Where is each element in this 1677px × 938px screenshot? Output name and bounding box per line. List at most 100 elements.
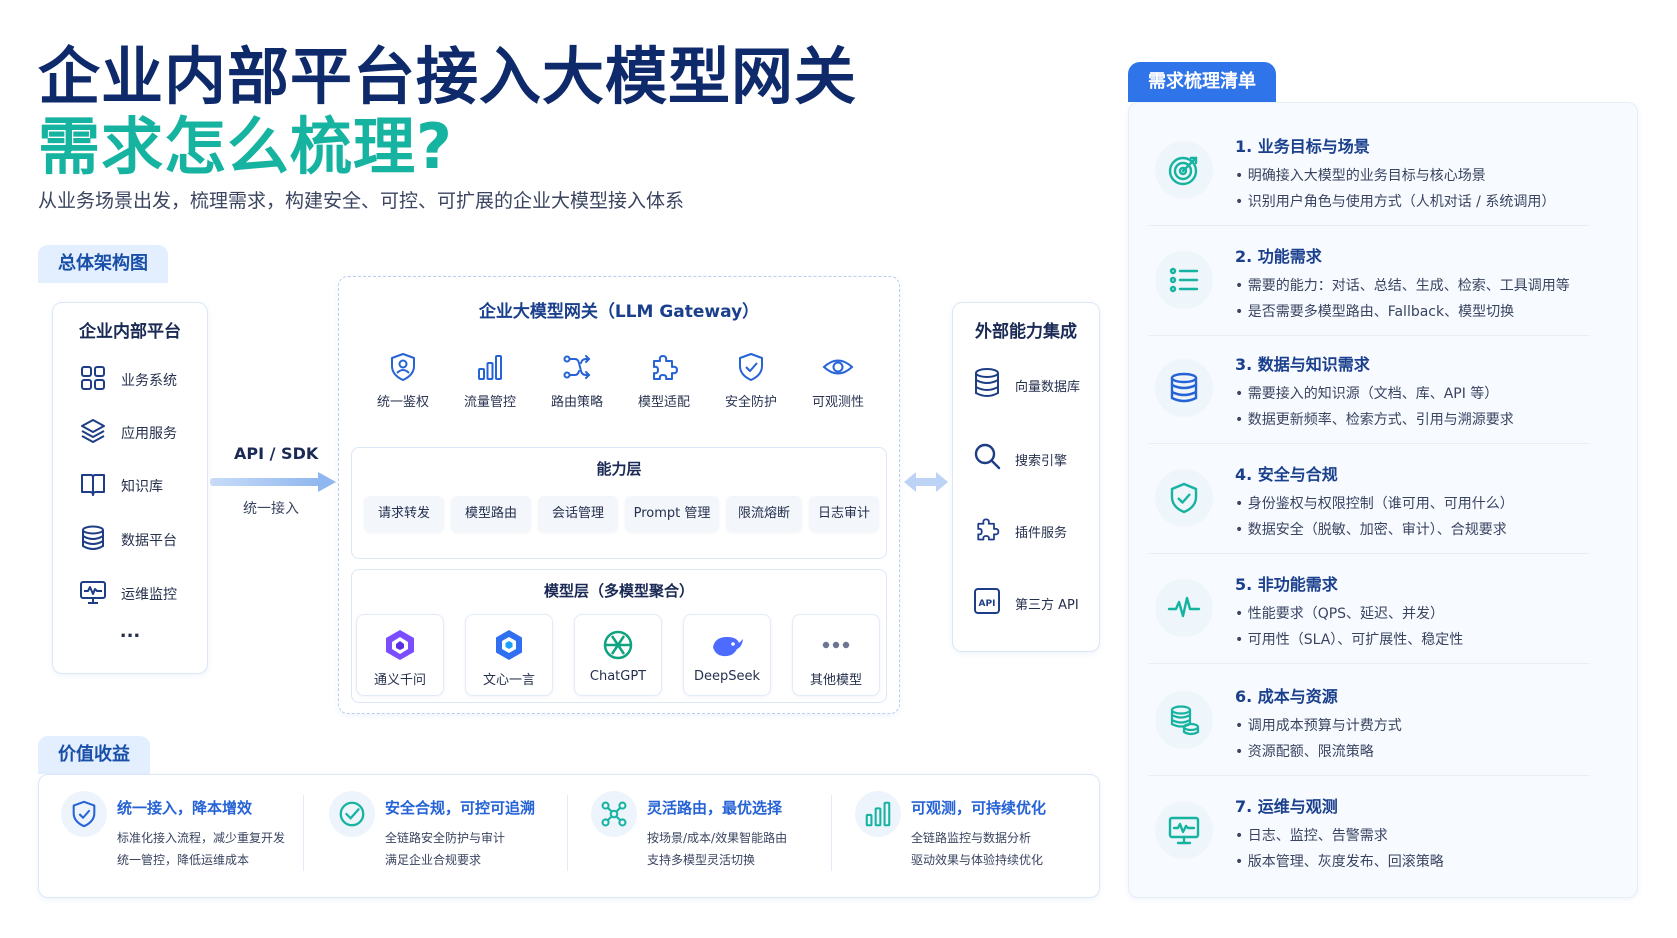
layers-icon <box>79 417 107 449</box>
internal-item-label: 知识库 <box>121 479 163 495</box>
network-icon <box>591 791 637 837</box>
check-circle-icon <box>329 791 375 837</box>
value-line: 满足企业合规要求 <box>385 853 482 867</box>
checklist-title: 6. 成本与资源 <box>1235 687 1338 706</box>
gateway-feature-label: 流量管控 <box>463 395 516 410</box>
gateway-feature-label: 安全防护 <box>724 395 777 410</box>
checklist-line: • 性能要求（QPS、延迟、并发） <box>1235 606 1445 622</box>
gateway-feature-label: 路由策略 <box>550 395 603 410</box>
gateway-title: 企业大模型网关（LLM Gateway） <box>478 302 760 322</box>
internal-platform-title: 企业内部平台 <box>79 322 181 342</box>
list-icon <box>1155 251 1213 309</box>
internal-item-label: 数据平台 <box>121 533 177 549</box>
value-item: 统一接入，降本增效 标准化接入流程，减少重复开发 统一管控，降低运维成本 <box>51 791 291 871</box>
capability-chip: 请求转发 <box>364 496 444 532</box>
checklist-divider <box>1149 335 1589 336</box>
checklist-line: • 版本管理、灰度发布、回滚策略 <box>1235 854 1444 870</box>
capability-chip: 会话管理 <box>538 496 618 532</box>
gateway-panel: 企业大模型网关（LLM Gateway） 统一鉴权 流量管控 路由策略 模型适配… <box>338 276 900 714</box>
chatgpt-logo-icon <box>603 630 633 660</box>
checklist-line: • 明确接入大模型的业务目标与核心场景 <box>1235 168 1486 184</box>
value-title: 安全合规，可控可追溯 <box>385 799 536 817</box>
book-icon <box>79 470 107 502</box>
model-chatgpt: ChatGPT <box>574 614 662 696</box>
model-label: ChatGPT <box>589 669 647 684</box>
model-tongyi: 通义千问 <box>356 614 444 696</box>
external-item-plugin: 插件服务 <box>973 513 1067 549</box>
checklist-line: • 数据更新频率、检索方式、引用与溯源要求 <box>1235 412 1514 428</box>
checklist-line: • 需要的能力：对话、总结、生成、检索、工具调用等 <box>1235 278 1570 294</box>
model-label: DeepSeek <box>693 669 761 684</box>
checklist-item: 2. 功能需求 • 需要的能力：对话、总结、生成、检索、工具调用等 • 是否需要… <box>1149 243 1579 347</box>
checklist-panel: 1. 业务目标与场景 • 明确接入大模型的业务目标与核心场景 • 识别用户角色与… <box>1128 102 1638 898</box>
checklist-tag: 需求梳理清单 <box>1128 62 1276 102</box>
gateway-feature-adapter: 模型适配 <box>624 351 704 410</box>
internal-more: ... <box>119 621 141 642</box>
internal-item-data: 数据平台 <box>79 523 177 557</box>
checklist-line: • 身份鉴权与权限控制（谁可用、可用什么） <box>1235 496 1514 512</box>
external-panel: 外部能力集成 向量数据库 搜索引擎 插件服务 API 第三方 API <box>952 302 1100 652</box>
checklist-title: 5. 非功能需求 <box>1235 575 1338 594</box>
capability-layer: 能力层 请求转发 模型路由 会话管理 Prompt 管理 限流熔断 日志审计 <box>351 447 887 559</box>
checklist-item: 3. 数据与知识需求 • 需要接入的知识源（文档、库、API 等） • 数据更新… <box>1149 351 1579 455</box>
model-label: 文心一言 <box>482 673 535 688</box>
capability-chip: 限流熔断 <box>726 496 802 532</box>
external-title: 外部能力集成 <box>975 322 1077 342</box>
shield-user-icon <box>391 353 415 381</box>
model-label: 其他模型 <box>809 673 862 688</box>
database-icon <box>79 524 107 556</box>
value-divider <box>567 795 568 871</box>
checklist-line: • 调用成本预算与计费方式 <box>1235 718 1402 734</box>
checklist-item: 5. 非功能需求 • 性能要求（QPS、延迟、并发） • 可用性（SLA）、可扩… <box>1149 571 1579 675</box>
value-item: 灵活路由，最优选择 按场景/成本/效果智能路由 支持多模型灵活切换 <box>581 791 821 871</box>
connector-sub: 统一接入 <box>243 501 299 517</box>
value-item: 安全合规，可控可追溯 全链路安全防护与审计 满足企业合规要求 <box>319 791 559 871</box>
architecture-tag: 总体架构图 <box>38 245 168 283</box>
model-label: 通义千问 <box>373 673 426 688</box>
checklist-title: 3. 数据与知识需求 <box>1235 355 1370 374</box>
external-item-label: 插件服务 <box>1015 525 1068 541</box>
monitor-icon <box>79 578 107 610</box>
external-item-label: 搜索引擎 <box>1015 453 1068 469</box>
deepseek-logo-icon <box>713 637 743 657</box>
page-subtitle: 从业务场景出发，梳理需求，构建安全、可控、可扩展的企业大模型接入体系 <box>38 190 685 212</box>
external-item-label: 第三方 API <box>1015 597 1079 613</box>
capability-chip: 模型路由 <box>451 496 531 532</box>
svg-text:API: API <box>979 599 996 609</box>
checklist-item: 1. 业务目标与场景 • 明确接入大模型的业务目标与核心场景 • 识别用户角色与… <box>1149 133 1579 237</box>
search-icon <box>973 441 1001 477</box>
internal-item-app: 应用服务 <box>79 416 177 450</box>
gateway-feature-label: 统一鉴权 <box>376 395 429 410</box>
checklist-item: 4. 安全与合规 • 身份鉴权与权限控制（谁可用、可用什么） • 数据安全（脱敏… <box>1149 461 1579 565</box>
bar-chart-icon <box>855 791 901 837</box>
value-title: 统一接入，降本增效 <box>117 799 253 817</box>
more-icon <box>822 641 850 649</box>
checklist-title: 2. 功能需求 <box>1235 247 1322 266</box>
connector-arrow <box>210 472 336 492</box>
checklist-title: 4. 安全与合规 <box>1235 465 1338 484</box>
database-icon <box>1155 359 1213 417</box>
internal-item-label: 运维监控 <box>121 587 177 603</box>
internal-item-kb: 知识库 <box>79 469 163 503</box>
model-wenxin: 文心一言 <box>465 614 553 696</box>
gateway-feature-security: 安全防护 <box>711 351 791 410</box>
value-title: 可观测，可持续优化 <box>911 799 1047 817</box>
value-line: 驱动效果与体验持续优化 <box>911 853 1044 867</box>
model-layer: 模型层（多模型聚合） 通义千问 文心一言 ChatGPT DeepSeek 其他… <box>351 569 887 703</box>
tongyi-logo-icon <box>386 630 414 660</box>
gateway-feature-label: 模型适配 <box>637 395 690 410</box>
internal-platform-panel: 企业内部平台 业务系统 应用服务 知识库 数据平台 运维监控 ... <box>52 302 208 674</box>
value-divider <box>303 795 304 871</box>
checklist-title: 1. 业务目标与场景 <box>1235 137 1370 156</box>
api-icon: API <box>973 585 1001 621</box>
internal-item-label: 业务系统 <box>121 373 177 389</box>
external-item-label: 向量数据库 <box>1015 379 1081 395</box>
checklist-line: • 可用性（SLA）、可扩展性、稳定性 <box>1235 632 1464 648</box>
value-divider <box>831 795 832 871</box>
capability-chip: Prompt 管理 <box>625 496 719 532</box>
internal-item-business: 业务系统 <box>79 363 177 397</box>
value-line: 全链路安全防护与审计 <box>385 831 506 845</box>
checklist-divider <box>1149 225 1589 226</box>
bidirectional-arrow-icon <box>904 472 948 492</box>
gateway-feature-label: 可观测性 <box>811 395 864 410</box>
